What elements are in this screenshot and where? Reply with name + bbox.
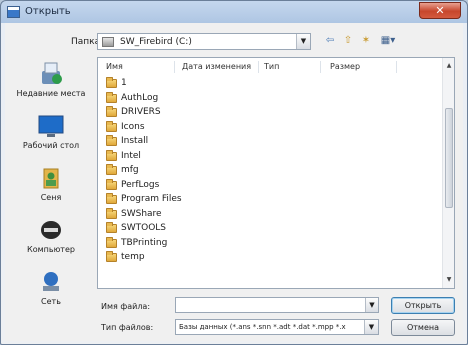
column-divider[interactable]: [396, 61, 397, 73]
place-label: Рабочий стол: [22, 141, 80, 150]
file-name: Install: [121, 136, 149, 146]
list-item[interactable]: Install: [106, 134, 406, 149]
dialog-icon: [7, 6, 20, 18]
file-name: mfg: [121, 165, 139, 175]
filetype-label: Тип файлов:: [101, 323, 154, 332]
folder-icon: [106, 135, 117, 146]
column-header-type[interactable]: Тип: [264, 60, 279, 74]
place-label: Недавние места: [16, 89, 86, 98]
filename-input[interactable]: [175, 297, 379, 313]
place-label: Сеня: [40, 193, 62, 202]
place-recent[interactable]: Недавние места: [13, 57, 89, 113]
file-name: PerfLogs: [121, 179, 160, 190]
folder-icon: [106, 164, 117, 175]
look-in-value: SW_Firebird (C:): [120, 37, 192, 47]
folder-icon: [106, 120, 117, 132]
file-name: TBPrinting: [121, 237, 168, 248]
list-item[interactable]: mfg: [106, 163, 406, 178]
dialog-body: Папка: SW_Firebird (C:) ▼ ⇦ ⇧ ✶ ▦▾ Недав…: [5, 23, 463, 341]
up-folder-icon[interactable]: ⇧: [341, 34, 355, 48]
place-network[interactable]: Сеть: [13, 265, 89, 321]
close-button[interactable]: ✕: [419, 2, 461, 19]
column-divider[interactable]: [320, 61, 321, 73]
file-name: SWTOOLS: [121, 223, 167, 233]
file-name: Intel: [121, 150, 141, 161]
open-button[interactable]: Открыть: [391, 297, 455, 314]
scroll-up-icon[interactable]: ▲: [444, 61, 454, 71]
list-item[interactable]: Icons: [106, 120, 406, 135]
file-name: temp: [121, 252, 145, 262]
back-icon[interactable]: ⇦: [323, 34, 337, 48]
vertical-scrollbar[interactable]: ▲ ▼: [442, 58, 454, 288]
view-menu-icon[interactable]: ▦▾: [377, 34, 399, 48]
recent-places-icon: [42, 62, 62, 84]
new-folder-icon[interactable]: ✶: [359, 34, 373, 48]
folder-icon: [106, 222, 117, 233]
list-item[interactable]: PerfLogs: [106, 178, 406, 193]
scroll-thumb[interactable]: [445, 108, 453, 208]
cancel-button[interactable]: Отмена: [391, 319, 455, 336]
list-item[interactable]: 1: [106, 76, 406, 91]
folder-icon: [106, 106, 117, 117]
column-header-name[interactable]: Имя: [106, 60, 123, 74]
file-rows: 1 AuthLog DRIVERS Icons Install Intel mf…: [106, 76, 406, 265]
folder-icon: [106, 178, 117, 190]
open-file-dialog: Открыть ✕ Папка: SW_Firebird (C:) ▼ ⇦ ⇧ …: [0, 0, 468, 345]
list-item[interactable]: temp: [106, 250, 406, 265]
computer-icon: [41, 221, 61, 239]
file-name: SWShare: [121, 208, 162, 219]
column-header-size[interactable]: Размер: [330, 60, 360, 74]
folder-icon: [106, 91, 117, 103]
list-item[interactable]: AuthLog: [106, 91, 406, 106]
list-item[interactable]: SWShare: [106, 207, 406, 222]
folder-icon: [106, 193, 117, 204]
network-icon: [43, 272, 59, 291]
list-item[interactable]: TBPrinting: [106, 236, 406, 251]
file-name: DRIVERS: [121, 107, 161, 117]
place-label: Компьютер: [27, 245, 75, 254]
folder-icon: [106, 77, 117, 88]
folder-icon: [106, 207, 117, 219]
filename-label: Имя файла:: [101, 302, 151, 311]
folder-icon: [106, 149, 117, 161]
chevron-down-icon[interactable]: ▼: [296, 34, 310, 49]
chevron-down-icon[interactable]: ▼: [364, 320, 378, 334]
file-name: AuthLog: [121, 92, 159, 103]
place-computer[interactable]: Компьютер: [13, 213, 89, 269]
places-bar: Недавние места Рабочий стол Сеня Компьют…: [13, 57, 89, 327]
file-name: Program Files: [121, 194, 182, 204]
filetype-value: Базы данных (*.ans *.snn *.adt *.dat *.m…: [179, 323, 346, 331]
column-header-modified[interactable]: Дата изменения: [182, 60, 251, 74]
list-item[interactable]: Program Files: [106, 192, 406, 207]
desktop-icon: [38, 115, 64, 137]
file-name: 1: [121, 78, 127, 88]
scroll-down-icon[interactable]: ▼: [444, 275, 454, 285]
column-divider[interactable]: [174, 61, 175, 73]
place-user[interactable]: Сеня: [13, 161, 89, 217]
list-item[interactable]: SWTOOLS: [106, 221, 406, 236]
list-item[interactable]: DRIVERS: [106, 105, 406, 120]
dialog-title: Открыть: [25, 6, 71, 17]
list-item[interactable]: Intel: [106, 149, 406, 164]
folder-icon: [106, 251, 117, 262]
hard-drive-icon: [102, 37, 114, 47]
look-in-dropdown[interactable]: SW_Firebird (C:) ▼: [97, 33, 311, 50]
file-name: Icons: [121, 121, 145, 132]
folder-icon: [106, 236, 117, 248]
filetype-dropdown[interactable]: Базы данных (*.ans *.snn *.adt *.dat *.m…: [175, 319, 379, 335]
column-divider[interactable]: [258, 61, 259, 73]
title-bar[interactable]: Открыть ✕: [1, 1, 467, 23]
user-folder-icon: [43, 168, 59, 189]
file-list[interactable]: Имя Дата изменения Тип Размер 1 AuthLog …: [97, 57, 455, 289]
chevron-down-icon[interactable]: ▼: [365, 298, 378, 312]
place-desktop[interactable]: Рабочий стол: [13, 109, 89, 165]
place-label: Сеть: [41, 297, 61, 306]
